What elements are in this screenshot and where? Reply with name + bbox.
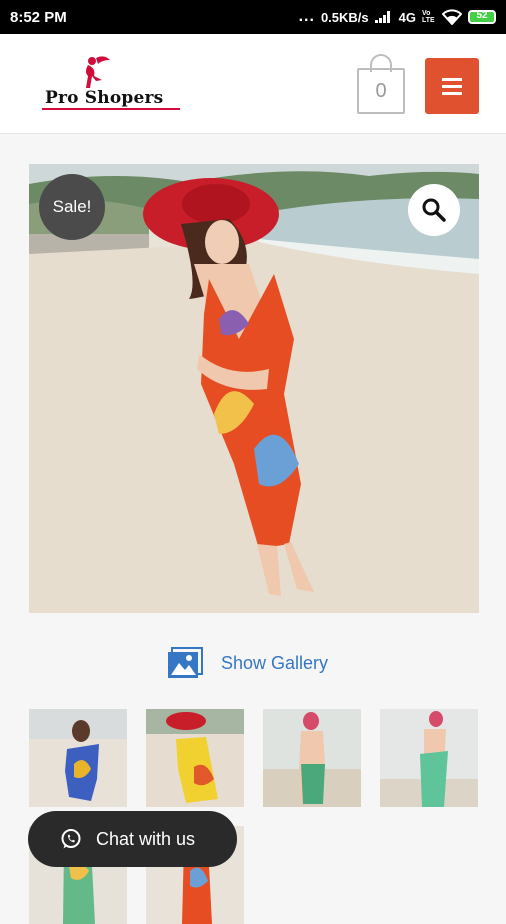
whatsapp-icon (61, 829, 81, 849)
battery-icon: 52 (468, 10, 496, 24)
sale-badge: Sale! (39, 174, 105, 240)
site-logo[interactable]: Pro Shopers (40, 56, 185, 116)
product-photo (29, 164, 479, 613)
product-main-image[interactable] (29, 164, 479, 613)
battery-level: 52 (476, 10, 488, 21)
cart-button[interactable]: 0 (357, 54, 405, 114)
cart-bag-icon: 0 (357, 68, 405, 114)
gallery-thumbnail[interactable] (29, 709, 127, 807)
image-gallery-icon (168, 647, 203, 678)
signal-icon (374, 11, 393, 23)
cart-count: 0 (375, 79, 387, 102)
status-icons: ... 0.5KB/s 4G Vo LTE 52 (299, 8, 496, 26)
zoom-button[interactable] (408, 184, 460, 236)
gallery-thumbnail[interactable] (380, 709, 478, 807)
hamburger-icon (442, 76, 462, 97)
status-time: 8:52 PM (10, 8, 67, 26)
logo-underline (42, 108, 180, 110)
chat-label: Chat with us (96, 828, 196, 849)
status-bar: 8:52 PM ... 0.5KB/s 4G Vo LTE 52 (0, 0, 506, 34)
search-icon (422, 198, 446, 222)
show-gallery-label: Show Gallery (221, 652, 329, 673)
volte-label: Vo LTE (422, 10, 435, 24)
notification-dots: ... (298, 8, 315, 25)
logo-text: Pro Shopers (45, 88, 164, 108)
chat-button[interactable]: Chat with us (28, 811, 237, 867)
gallery-thumbnail[interactable] (146, 709, 244, 807)
site-header: Pro Shopers 0 (0, 34, 506, 134)
menu-button[interactable] (425, 58, 479, 114)
network-type: 4G (398, 9, 416, 25)
wifi-icon (442, 9, 462, 25)
network-speed: 0.5KB/s (320, 9, 369, 25)
show-gallery-link[interactable]: Show Gallery (167, 645, 328, 681)
gallery-thumbnail[interactable] (263, 709, 361, 807)
